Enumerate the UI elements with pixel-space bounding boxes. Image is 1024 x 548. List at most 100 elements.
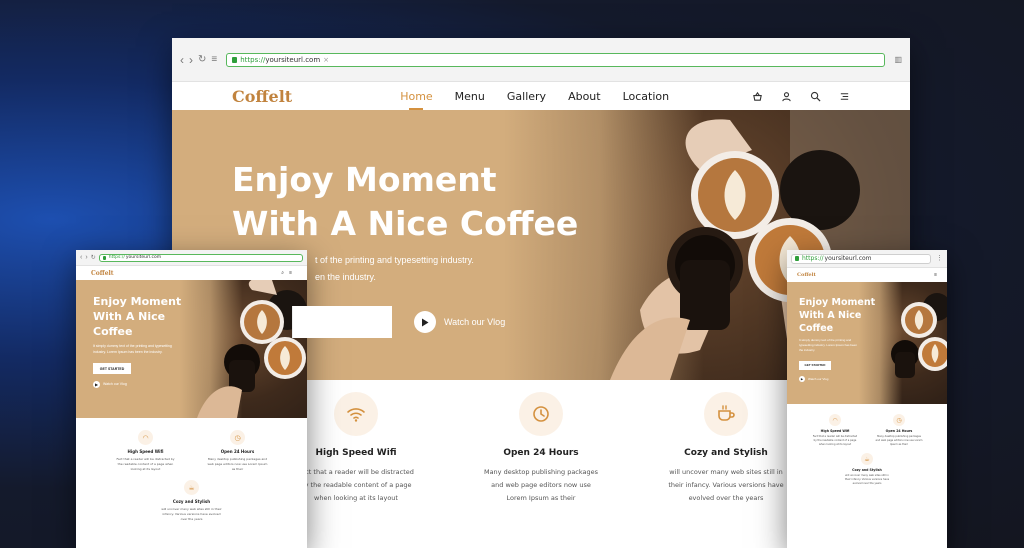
hero-title-line2: With A Nice	[93, 310, 166, 323]
get-started-button[interactable]: GET STARTED	[93, 363, 131, 374]
feature-text-line: and web page editors now use	[491, 481, 591, 489]
feature-title: Cozy and Stylish	[684, 448, 768, 458]
browser-toolbar: ‹ › ↻ ≡ https://yoursiteurl.com × ▥	[172, 38, 910, 82]
feature-text: Fact that a reader will be distracted by…	[116, 457, 175, 471]
url-host: yoursiteurl.com	[125, 255, 162, 260]
url-scheme: https://	[108, 255, 125, 260]
site-logo[interactable]: Coffelt	[232, 87, 292, 106]
back-icon[interactable]: ‹	[80, 254, 82, 261]
hamburger-icon[interactable]: ≡	[934, 272, 937, 278]
features-grid: ◠ High Speed Wifi Fact that a reader wil…	[76, 418, 307, 522]
feature-text-line: by the readable content of a page	[300, 481, 412, 489]
feature-text: Many desktop publishing packages and web…	[207, 457, 268, 471]
url-scheme: https://	[240, 55, 266, 64]
main-menu: Home Menu Gallery About Location	[400, 90, 669, 103]
watch-vlog-link[interactable]: Watch our Vlog	[414, 311, 505, 333]
feature-wifi: ◠ High Speed Wifi Fact that a reader wil…	[811, 414, 859, 447]
hero-title-line1: Enjoy Moment	[232, 160, 497, 199]
back-icon[interactable]: ‹	[180, 54, 184, 66]
feature-title: Cozy and Stylish	[852, 468, 882, 472]
features-top-row: ◠ High Speed Wifi Fact that a reader wil…	[787, 414, 947, 447]
hero-title: Enjoy Moment With A Nice Coffee	[93, 294, 307, 339]
forward-icon[interactable]: ›	[85, 254, 87, 261]
watch-vlog-link[interactable]: ▶ Watch our Vlog	[93, 380, 307, 388]
hero-title: Enjoy Moment With A Nice Coffee	[799, 296, 947, 335]
menu-icon[interactable]: ≡	[211, 54, 217, 65]
more-options-icon[interactable]: ⋮	[936, 255, 943, 262]
browser-toolbar: ‹ › ↻ https://yoursiteurl.com	[76, 250, 307, 266]
hero-desc-line1: t of the printing and typesetting indust…	[315, 255, 474, 265]
feature-text-line: Fact that a reader will be distracted	[298, 468, 414, 476]
site-logo[interactable]: Coffelt	[91, 270, 114, 277]
menu-item-menu[interactable]: Menu	[455, 90, 485, 103]
feature-cozy: ☕ Cozy and Stylish will uncover many web…	[843, 453, 891, 486]
feature-text: will uncover many web sites still in the…	[844, 474, 890, 485]
feature-text: will uncover many web sites still in the…	[161, 507, 222, 521]
feature-title: Cozy and Stylish	[172, 499, 211, 504]
feature-hours: ◷ Open 24 Hours Many desktop publishing …	[875, 414, 923, 447]
lock-icon	[102, 255, 106, 260]
play-icon: ▶	[799, 376, 805, 382]
hamburger-icon[interactable]: ≡	[289, 270, 292, 276]
hero-section: Enjoy Moment With A Nice Coffee It simpl…	[76, 280, 307, 418]
hero-description: t of the printing and typesetting indust…	[315, 252, 910, 286]
features-grid: ◠ High Speed Wifi Fact that a reader wil…	[787, 404, 947, 486]
vlog-label: Watch our Vlog	[808, 377, 829, 381]
hero-title-line1: Enjoy Moment	[93, 295, 182, 308]
feature-title: High Speed Wifi	[820, 429, 850, 433]
feature-cozy: Cozy and Stylish will uncover many web s…	[659, 392, 794, 505]
hamburger-icon[interactable]	[839, 91, 850, 102]
feature-text-line: Many desktop publishing packages	[483, 468, 599, 476]
reload-icon[interactable]: ↻	[198, 54, 206, 65]
coffee-cup-icon	[704, 392, 748, 436]
menu-item-about[interactable]: About	[568, 90, 601, 103]
watch-vlog-link[interactable]: ▶ Watch our Vlog	[799, 376, 947, 382]
site-navbar: Coffelt ⌕ ≡	[76, 266, 307, 280]
vlog-label: Watch our Vlog	[444, 317, 506, 327]
vlog-label: Watch our Vlog	[103, 382, 127, 386]
forward-icon[interactable]: ›	[189, 54, 193, 66]
menu-item-home[interactable]: Home	[400, 90, 432, 103]
hero-section: Enjoy Moment With A Nice Coffee It simpl…	[787, 282, 947, 404]
user-icon[interactable]	[781, 91, 792, 102]
feature-title: High Speed Wifi	[127, 449, 164, 454]
feature-wifi: High Speed Wifi Fact that a reader will …	[289, 392, 424, 505]
mobile-browser-window: https://yoursiteurl.com ⋮ Coffelt ≡ Enjo…	[787, 250, 947, 548]
address-bar[interactable]: https://yoursiteurl.com ×	[226, 52, 886, 67]
hero-title-line3: Coffee	[799, 323, 834, 334]
feature-text-line: will uncover many web sites still in	[669, 468, 783, 476]
hero-desc-line2: en the industry.	[315, 272, 376, 282]
feature-text: Fact that a reader will be distracted by…	[289, 466, 424, 505]
coffee-cup-icon: ☕	[861, 453, 873, 465]
clock-icon	[519, 392, 563, 436]
site-navbar: Coffelt Home Menu Gallery About Location	[172, 82, 910, 110]
feature-title: Open 24 Hours	[220, 449, 255, 454]
feature-cozy: ☕ Cozy and Stylish will uncover many web…	[161, 480, 223, 522]
hero-title-line1: Enjoy Moment	[799, 297, 876, 308]
search-icon[interactable]: ⌕	[281, 270, 284, 276]
address-bar[interactable]: https://yoursiteurl.com	[98, 253, 303, 262]
url-host: yoursiteurl.com	[265, 55, 321, 64]
features-bottom-row: ☕ Cozy and Stylish will uncover many web…	[76, 480, 307, 522]
get-started-button[interactable]	[292, 306, 392, 338]
hero-title-line3: Coffee	[93, 325, 133, 338]
feature-text-line: their infancy. Various versions have	[668, 481, 784, 489]
feature-text-line: when looking at its layout	[314, 494, 398, 502]
feature-wifi: ◠ High Speed Wifi Fact that a reader wil…	[115, 430, 177, 472]
feature-text: Many desktop publishing packages and web…	[474, 466, 609, 505]
menu-item-gallery[interactable]: Gallery	[507, 90, 546, 103]
search-icon[interactable]	[810, 91, 821, 102]
feature-title: Open 24 Hours	[885, 429, 913, 433]
feature-text-line: evolved over the years	[688, 494, 764, 502]
extension-icon[interactable]: ▥	[894, 55, 902, 64]
clear-url-icon[interactable]: ×	[323, 56, 329, 64]
wifi-icon	[334, 392, 378, 436]
reload-icon[interactable]: ↻	[91, 255, 96, 261]
menu-item-location[interactable]: Location	[623, 90, 670, 103]
basket-icon[interactable]	[752, 91, 763, 102]
wifi-icon: ◠	[138, 430, 153, 445]
hero-title-line2: With A Nice Coffee	[232, 204, 579, 243]
hero-description: It simply dummy text of the printing and…	[799, 338, 857, 352]
coffee-cup-icon: ☕	[184, 480, 199, 495]
get-started-button[interactable]: GET STARTED	[799, 360, 831, 370]
